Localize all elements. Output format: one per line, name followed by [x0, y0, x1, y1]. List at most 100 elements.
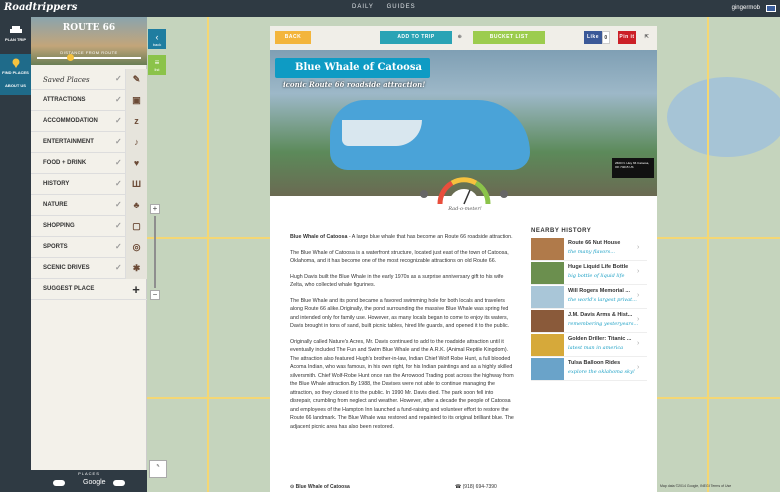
flag-icon[interactable] [766, 5, 776, 12]
rail-find-places-label: FIND PLACES [2, 70, 29, 75]
nearby-item-subtitle: the world's largest privat... [568, 297, 637, 303]
distance-slider-handle[interactable] [67, 54, 74, 61]
add-to-trip-button[interactable]: ADD TO TRIP [380, 31, 452, 44]
zoom-slider[interactable] [154, 216, 156, 288]
nearby-item-subtitle: big bottle of liquid life [568, 273, 625, 279]
chevron-right-icon: › [637, 244, 640, 251]
rail-plan-trip[interactable]: PLAN TRIP [0, 25, 31, 42]
nearby-item[interactable]: Route 66 Nut House the many flavors... › [531, 238, 647, 261]
street-view-icon[interactable]: ✎ [149, 460, 167, 478]
phone-icon: ☎ [455, 484, 463, 490]
columns-icon: Ш [125, 174, 147, 195]
check-icon: ✓ [115, 200, 122, 209]
menu-suggest-place[interactable]: SUGGEST PLACE + [31, 279, 147, 300]
nearby-item-subtitle: latest man in america [568, 345, 624, 351]
back-button[interactable]: BACK [275, 31, 311, 44]
facebook-like-button[interactable]: Like [584, 31, 602, 44]
top-bar: Roadtrippers DAILY GUIDES gingermob [0, 0, 780, 17]
share-icon[interactable]: ⊕ [456, 31, 464, 44]
rail-find-places[interactable]: FIND PLACES [0, 54, 31, 95]
menu-item-scenic-drives[interactable]: SCENIC DRIVES ✓ ✱ [31, 258, 147, 279]
nearby-thumbnail [531, 334, 564, 356]
google-toggle[interactable] [113, 480, 125, 486]
menu-item-attractions[interactable]: ATTRACTIONS ✓ ▣ [31, 90, 147, 111]
places-toggle[interactable] [53, 480, 65, 486]
zoom-out-button[interactable]: − [150, 290, 160, 300]
nearby-item[interactable]: Will Rogers Memorial ... the world's larg… [531, 286, 647, 309]
place-title: Blue Whale of Catoosa [275, 58, 430, 78]
nav-guides[interactable]: GUIDES [387, 4, 416, 10]
article-paragraph: Originally called Nature's Acres, Mr. Da… [290, 338, 514, 430]
nearby-thumbnail [531, 310, 564, 332]
camera-icon: ▣ [125, 90, 147, 111]
left-rail: PLAN TRIP FIND PLACES ABOUT US [0, 17, 31, 492]
nearby-item[interactable]: Golden Driller: Titanic ... latest man in… [531, 334, 647, 357]
check-icon: ✓ [115, 74, 122, 83]
menu-item-sports[interactable]: SPORTS ✓ ◎ [31, 237, 147, 258]
menu-item-label: ACCOMMODATION [43, 118, 98, 124]
chevron-right-icon: › [637, 364, 640, 371]
route-header: ROUTE 66 DISTANCE FROM ROUTE [31, 17, 147, 65]
map-list-button[interactable]: ≡ list [148, 55, 166, 75]
nearby-item[interactable]: J.M. Davis Arms & Hist... remembering yes… [531, 310, 647, 333]
nearby-item-subtitle: remembering yesteryears... [568, 321, 638, 327]
bed-icon: z [125, 111, 147, 132]
distance-label: DISTANCE FROM ROUTE [60, 50, 118, 55]
menu-item-accommodation[interactable]: ACCOMMODATION ✓ z [31, 111, 147, 132]
menu-item-shopping[interactable]: SHOPPING ✓ ▢ [31, 216, 147, 237]
footer-phone-text: (918) 694-7390 [462, 484, 497, 490]
chevron-right-icon: › [637, 340, 640, 347]
tree-icon: ♣ [125, 195, 147, 216]
footer-place-name-text: Blue Whale of Catoosa [295, 484, 350, 490]
check-icon: ✓ [115, 242, 122, 251]
meter-right-icon[interactable] [500, 190, 508, 198]
check-icon: ✓ [115, 179, 122, 188]
rad-o-meter [437, 177, 491, 206]
highway [707, 17, 709, 492]
places-label: PLACES [78, 471, 100, 476]
pin-icon: ✎ [125, 69, 147, 90]
check-icon: ✓ [115, 116, 122, 125]
menu-item-entertainment[interactable]: ENTERTAINMENT ✓ ♪ [31, 132, 147, 153]
article-body: Blue Whale of Catoosa - A large blue wha… [290, 233, 514, 438]
external-link-icon[interactable]: ⇱ [642, 31, 652, 44]
menu-item-history[interactable]: HISTORY ✓ Ш [31, 174, 147, 195]
top-nav: DAILY GUIDES [352, 4, 426, 10]
meter-left-icon[interactable] [420, 190, 428, 198]
plus-icon: + [132, 282, 140, 297]
pin-it-button[interactable]: Pin it [618, 31, 636, 44]
nearby-list: Route 66 Nut House the many flavors... › Hu… [531, 238, 647, 381]
user-name[interactable]: gingermob [732, 5, 760, 11]
chevron-right-icon: › [637, 316, 640, 323]
footer-place-name: ⊙ Blue Whale of Catoosa [290, 484, 350, 490]
nearby-thumbnail [531, 286, 564, 308]
menu-item-nature[interactable]: NATURE ✓ ♣ [31, 195, 147, 216]
rail-about-us[interactable]: ABOUT US [0, 83, 31, 88]
nav-daily[interactable]: DAILY [352, 4, 374, 10]
logo[interactable]: Roadtrippers [4, 2, 77, 13]
places-footer: PLACES Google [31, 470, 147, 492]
check-icon: ✓ [115, 221, 122, 230]
nearby-item[interactable]: Huge Liquid Life Bottle big bottle of liq… [531, 262, 647, 285]
highway [207, 17, 209, 492]
route-panel: ROUTE 66 DISTANCE FROM ROUTE Saved Place… [31, 17, 147, 492]
map-back-label: back [152, 42, 162, 47]
distance-slider[interactable] [37, 57, 141, 59]
nearby-item[interactable]: Tulsa Balloon Rides explore the oklahoma … [531, 358, 647, 381]
menu-item-label: ATTRACTIONS [43, 97, 86, 103]
bucket-list-button[interactable]: BUCKET LIST [473, 31, 545, 44]
chevron-left-icon: ‹ [155, 32, 159, 42]
footer-phone[interactable]: ☎ (918) 694-7390 [455, 484, 497, 490]
map-back-button[interactable]: ‹ back [148, 29, 166, 49]
menu-item-label: SCENIC DRIVES [43, 265, 90, 271]
menu-item-label: NATURE [43, 202, 68, 208]
map-list-label: list [154, 67, 160, 72]
nearby-item-title: Will Rogers Memorial ... [568, 288, 630, 294]
menu-item-label: ENTERTAINMENT [43, 139, 94, 145]
menu-item-food-drink[interactable]: FOOD + DRINK ✓ ♥ [31, 153, 147, 174]
google-label: Google [83, 479, 106, 486]
rail-plan-trip-label: PLAN TRIP [4, 37, 27, 42]
zoom-in-button[interactable]: + [150, 204, 160, 214]
menu-saved-places[interactable]: Saved Places ✓ ✎ [31, 69, 147, 90]
check-icon: ✓ [115, 95, 122, 104]
